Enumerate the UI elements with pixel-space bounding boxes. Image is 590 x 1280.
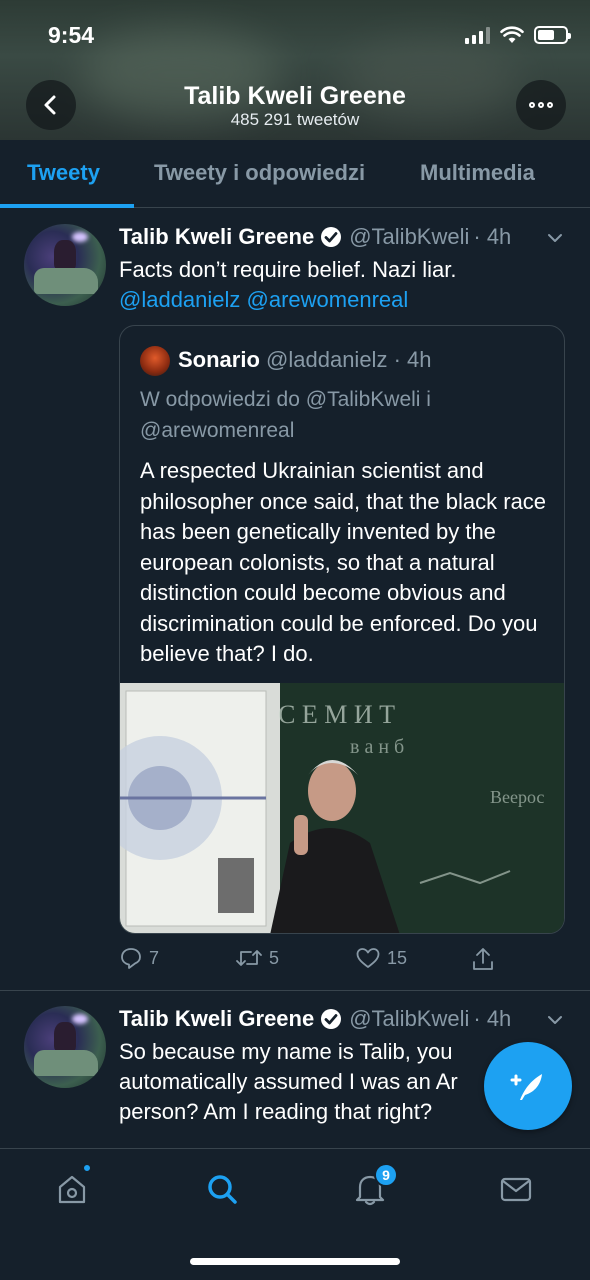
profile-header: 9:54 Talib Kweli Greene 485 291 tweetów bbox=[0, 0, 590, 140]
tweet-body: So because my name is Talib, you automat… bbox=[119, 1039, 458, 1124]
quoted-author-name: Sonario bbox=[178, 347, 260, 372]
tweet-time: · 4h bbox=[473, 224, 512, 249]
battery-icon bbox=[534, 26, 571, 44]
share-icon bbox=[473, 948, 493, 970]
search-icon bbox=[208, 1175, 237, 1204]
tab-home[interactable] bbox=[52, 1169, 92, 1209]
home-new-dot bbox=[82, 1163, 92, 1173]
tab-tweety[interactable]: Tweety bbox=[27, 160, 100, 186]
home-icon bbox=[58, 1175, 86, 1204]
tweet-header: Talib Kweli Greene @TalibKweli · 4h bbox=[119, 224, 511, 250]
author-name[interactable]: Talib Kweli Greene bbox=[119, 224, 314, 250]
tweet-actions: 7 5 15 bbox=[119, 946, 559, 976]
retweet-button[interactable]: 5 bbox=[235, 946, 279, 970]
status-time: 9:54 bbox=[48, 22, 95, 48]
mail-icon bbox=[500, 1177, 532, 1202]
avatar[interactable] bbox=[24, 1006, 106, 1088]
tab-multimedia[interactable]: Multimedia bbox=[420, 160, 535, 186]
quoted-media-image[interactable]: С Е М И Т в а н б Веерос bbox=[120, 683, 564, 933]
quoted-text: A respected Ukrainian scientist and phil… bbox=[140, 458, 547, 666]
tweet-count: 485 291 tweetów bbox=[230, 110, 360, 129]
author-handle: @TalibKweli bbox=[349, 1006, 470, 1031]
retweet-count: 5 bbox=[269, 947, 280, 968]
reply-button[interactable]: 7 bbox=[119, 946, 159, 970]
quoted-time: · 4h bbox=[393, 347, 432, 372]
author-handle: @TalibKweli bbox=[349, 224, 470, 249]
chevron-down-icon[interactable] bbox=[546, 229, 564, 247]
author-name[interactable]: Talib Kweli Greene bbox=[119, 1006, 314, 1032]
tweet-header: Talib Kweli Greene @TalibKweli · 4h bbox=[119, 1006, 511, 1032]
notifications-badge: 9 bbox=[374, 1163, 398, 1187]
compose-tweet-button[interactable] bbox=[484, 1042, 572, 1130]
reply-count: 7 bbox=[149, 947, 160, 968]
mention-links[interactable]: @laddanielz @arewomenreal bbox=[119, 285, 559, 315]
reply-prefix: W odpowiedzi do bbox=[140, 388, 306, 411]
svg-text:в а н б: в а н б bbox=[350, 736, 404, 758]
quoted-tweet[interactable]: Sonario @laddanielz · 4h W odpowiedzi do… bbox=[119, 325, 565, 934]
retweet-icon bbox=[236, 950, 262, 966]
reply-context: W odpowiedzi do @TalibKweli i @arewomenr… bbox=[140, 384, 550, 446]
status-bar: 9:54 bbox=[0, 20, 590, 50]
page-title: Talib Kweli Greene bbox=[184, 82, 406, 110]
share-button[interactable] bbox=[471, 946, 495, 972]
status-icons bbox=[465, 26, 571, 44]
verified-badge-icon bbox=[321, 227, 342, 247]
reply-icon bbox=[121, 948, 141, 969]
verified-badge-icon bbox=[321, 1009, 342, 1029]
profile-tabs: Tweety Tweety i odpowiedzi Multimedia bbox=[0, 140, 590, 208]
more-options-button[interactable] bbox=[516, 80, 566, 130]
quoted-avatar bbox=[140, 346, 170, 376]
tab-tweety-i-odpowiedzi[interactable]: Tweety i odpowiedzi bbox=[154, 160, 365, 186]
signal-icon bbox=[465, 26, 490, 44]
svg-text:Веерос: Веерос bbox=[490, 787, 544, 807]
more-icon bbox=[529, 102, 535, 108]
like-count: 15 bbox=[387, 947, 408, 968]
chevron-down-icon[interactable] bbox=[546, 1011, 564, 1029]
tweet-body: Facts don’t require belief. Nazi liar. bbox=[119, 257, 457, 282]
tweet-text: Facts don’t require belief. Nazi liar. @… bbox=[119, 255, 559, 315]
avatar[interactable] bbox=[24, 224, 106, 306]
tab-search[interactable] bbox=[202, 1169, 242, 1209]
svg-text:С Е М И Т: С Е М И Т bbox=[278, 700, 395, 729]
lecture-photo: С Е М И Т в а н б Веерос bbox=[120, 683, 564, 933]
active-tab-indicator bbox=[0, 204, 134, 208]
quoted-header: Sonario @laddanielz · 4h bbox=[178, 347, 432, 373]
tweet-time: · 4h bbox=[473, 1006, 512, 1031]
wifi-icon bbox=[500, 26, 524, 43]
compose-feather-icon bbox=[510, 1074, 542, 1100]
tab-messages[interactable] bbox=[496, 1169, 536, 1209]
home-indicator bbox=[190, 1258, 400, 1265]
heart-icon bbox=[356, 948, 380, 968]
quoted-author-handle: @laddanielz bbox=[266, 347, 388, 372]
like-button[interactable]: 15 bbox=[355, 946, 407, 970]
tweet-divider bbox=[0, 990, 590, 991]
